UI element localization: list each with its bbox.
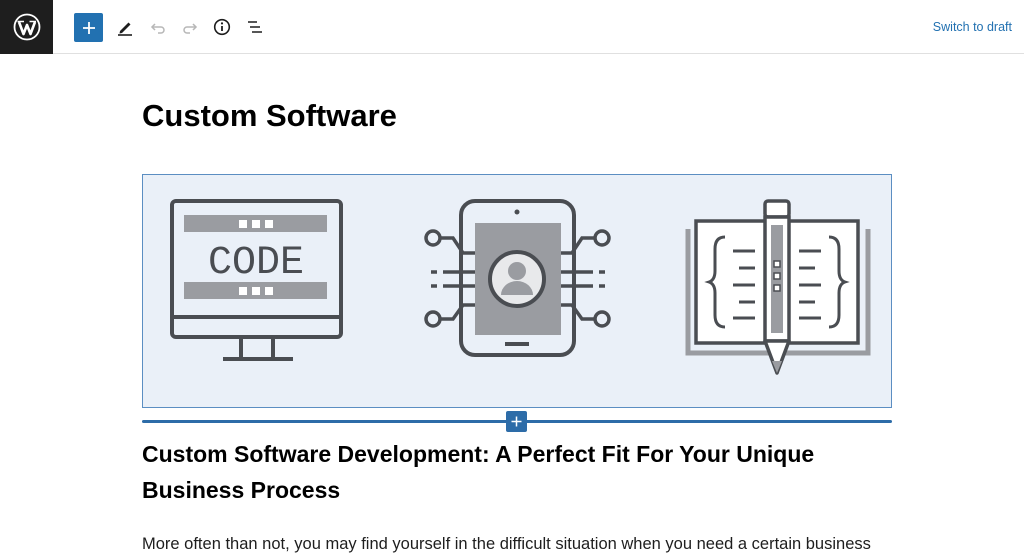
code-label: CODE bbox=[208, 241, 304, 286]
redo-button[interactable] bbox=[175, 12, 205, 42]
redo-icon bbox=[183, 23, 198, 34]
image-block[interactable]: CODE bbox=[142, 174, 892, 408]
insert-block-button[interactable] bbox=[506, 411, 527, 432]
pencil-icon bbox=[118, 22, 132, 36]
open-book-pencil-icon bbox=[685, 199, 871, 375]
details-button[interactable] bbox=[207, 12, 237, 42]
editor-toolbar: Switch to draft bbox=[0, 0, 1024, 54]
list-view-button[interactable] bbox=[240, 12, 270, 42]
info-icon bbox=[213, 18, 231, 36]
paragraph-block[interactable]: More often than not, you may find yourse… bbox=[142, 532, 902, 556]
add-block-button[interactable] bbox=[74, 13, 103, 42]
tools-edit-button[interactable] bbox=[110, 12, 140, 42]
list-view-icon bbox=[248, 21, 262, 33]
undo-button[interactable] bbox=[143, 12, 173, 42]
switch-to-draft-link[interactable]: Switch to draft bbox=[933, 20, 1012, 34]
undo-icon bbox=[150, 23, 165, 34]
tablet-network-user-icon bbox=[424, 199, 611, 357]
monitor-code-icon: CODE bbox=[170, 199, 343, 361]
plus-icon bbox=[511, 416, 522, 427]
heading-block[interactable]: Custom Software Development: A Perfect F… bbox=[142, 436, 902, 508]
plus-icon bbox=[82, 21, 95, 34]
post-title[interactable]: Custom Software bbox=[142, 98, 397, 134]
wordpress-logo-icon[interactable] bbox=[0, 0, 53, 54]
